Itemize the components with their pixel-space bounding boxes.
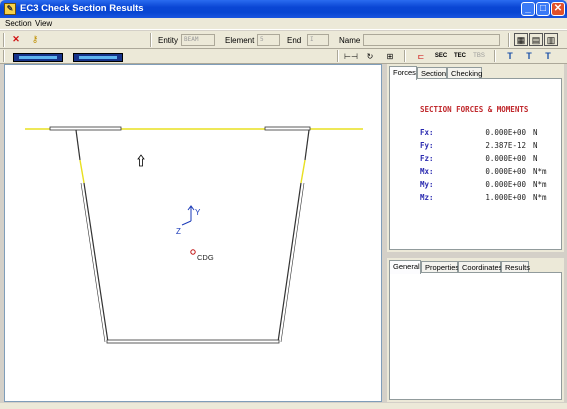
cursor-arrow-icon — [137, 154, 145, 167]
name-field[interactable] — [363, 34, 500, 46]
right-web-lower — [277, 182, 302, 343]
tbs-icon[interactable]: TBS — [472, 50, 486, 63]
right-web-yellow — [300, 159, 306, 184]
entity-label: Entity — [158, 36, 179, 45]
fit-horizontal-icon[interactable]: ⊢⊣ — [344, 50, 358, 63]
force-value: 0.000E+00 — [485, 167, 526, 176]
force-unit: N — [533, 141, 538, 150]
t-section-icon[interactable]: T — [503, 50, 517, 63]
previous-arrow-button[interactable] — [13, 53, 63, 62]
cog-marker — [190, 249, 196, 255]
menu-section[interactable]: Section — [5, 19, 32, 28]
name-label: Name — [339, 36, 361, 45]
table-icon[interactable]: ▤ — [529, 33, 543, 46]
force-value: 2.387E-12 — [485, 141, 526, 150]
force-value: 1.000E+00 — [485, 193, 526, 202]
force-key: Fy: — [420, 141, 434, 150]
menu-bar: Section View — [0, 18, 567, 30]
close-window-button[interactable]: ✕ — [551, 2, 565, 16]
status-bar — [0, 403, 567, 409]
t-section-alt-icon[interactable]: T — [522, 50, 536, 63]
t-section-extra-icon[interactable]: T — [541, 50, 555, 63]
app-icon: ✎ — [4, 3, 16, 15]
section-drawing: Y Z CDG — [25, 126, 363, 344]
fit-all-icon[interactable]: ⊞ — [383, 50, 397, 63]
section-outline-icon[interactable]: ⊏ — [414, 50, 428, 63]
bottom-flange — [106, 339, 280, 344]
toolbar-separator — [3, 33, 5, 47]
right-top-flange — [264, 126, 311, 131]
end-field[interactable]: I — [307, 34, 329, 46]
menu-view[interactable]: View — [35, 19, 52, 28]
forces-tab-page: SECTION FORCES & MOMENTS Fx: 0.000E+00 N… — [389, 78, 562, 250]
toolbar-separator — [508, 33, 510, 47]
right-web-upper — [304, 129, 310, 161]
entity-field[interactable]: BEAM — [181, 34, 215, 46]
toolbar-separator — [150, 33, 152, 47]
z-axis-line — [181, 220, 192, 226]
toolbar-separator — [3, 50, 5, 62]
element-label: Element — [225, 36, 255, 45]
force-unit: N — [533, 154, 538, 163]
force-key: Fz: — [420, 154, 434, 163]
toolbar-separator — [337, 50, 339, 62]
info-panel: General Properties Coordinates Results — [387, 258, 564, 402]
end-label: End — [287, 36, 302, 45]
force-key: Mz: — [420, 193, 434, 202]
main-toolbar: ✕ ⚷ Entity BEAM Element 5 End I Name ▦ ▤… — [0, 31, 567, 49]
report-icon[interactable]: ▥ — [544, 33, 558, 46]
force-value: 0.000E+00 — [485, 128, 526, 137]
section-properties-icon[interactable]: SEC — [434, 50, 448, 63]
force-unit: N*m — [533, 167, 547, 176]
force-value: 0.000E+00 — [485, 180, 526, 189]
left-web-yellow — [79, 159, 85, 184]
left-web-lower — [83, 182, 109, 343]
rotate-view-icon[interactable]: ↻ — [363, 50, 377, 63]
left-web-upper — [75, 129, 81, 161]
section-canvas[interactable]: Y Z CDG — [4, 64, 382, 402]
toolbar-separator — [404, 50, 406, 62]
force-key: Fx: — [420, 128, 434, 137]
forces-heading: SECTION FORCES & MOMENTS — [420, 105, 529, 114]
z-axis-label: Z — [176, 227, 181, 236]
y-axis-label: Y — [195, 208, 201, 217]
next-arrow-button[interactable] — [73, 53, 123, 62]
key-icon[interactable]: ⚷ — [28, 33, 42, 46]
info-tab-page — [389, 272, 562, 400]
force-unit: N*m — [533, 193, 547, 202]
maximize-button[interactable]: □ — [536, 2, 550, 16]
window-layout-icon[interactable]: ▦ — [514, 33, 528, 46]
left-top-flange — [49, 126, 122, 131]
tec-icon[interactable]: TEC — [453, 50, 467, 63]
tab-forces[interactable]: Forces — [389, 66, 417, 80]
force-key: Mx: — [420, 167, 434, 176]
right-web-inner — [280, 182, 305, 343]
toolbar-separator — [494, 50, 496, 62]
force-value: 0.000E+00 — [485, 154, 526, 163]
minimize-button[interactable]: _ — [521, 2, 535, 16]
left-web-inner — [80, 182, 106, 343]
force-key: My: — [420, 180, 434, 189]
window-title: EC3 Check Section Results — [20, 3, 144, 14]
forces-panel: Forces Section Checking SECTION FORCES &… — [387, 64, 564, 252]
delete-icon[interactable]: ✕ — [9, 33, 23, 46]
force-unit: N — [533, 128, 538, 137]
element-field[interactable]: 5 — [257, 34, 280, 46]
title-bar: ✎ EC3 Check Section Results _ □ ✕ — [0, 0, 567, 18]
force-unit: N*m — [533, 180, 547, 189]
cog-label: CDG — [197, 253, 214, 262]
tab-general[interactable]: General — [389, 260, 421, 274]
